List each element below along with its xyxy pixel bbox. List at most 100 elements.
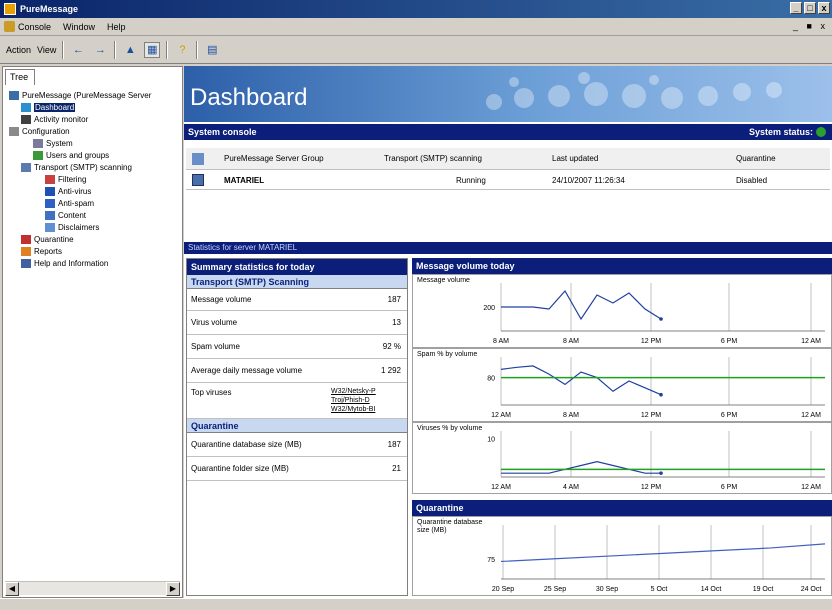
- stat-label: Virus volume: [191, 318, 238, 327]
- page-title: Dashboard: [190, 84, 308, 111]
- tree-item[interactable]: Activity monitor: [21, 113, 88, 125]
- menu-action[interactable]: Action: [6, 45, 31, 55]
- message-volume-header: Message volume today: [412, 258, 832, 274]
- quarantine-section-header: Quarantine: [187, 419, 407, 433]
- tree-item-label: Dashboard: [34, 102, 76, 112]
- users-icon: [33, 150, 43, 160]
- data-point: [659, 471, 663, 475]
- server-statistics-bar: Statistics for server MATARIEL: [184, 242, 832, 254]
- tree-pane: Tree PureMessage (PureMessage Server Dash…: [2, 66, 183, 598]
- virus-link[interactable]: W32/Netsky-P: [331, 387, 376, 396]
- status-bar: [0, 598, 832, 610]
- stat-label: Quarantine database size (MB): [191, 440, 302, 449]
- tree-item-label: Users and groups: [46, 150, 110, 160]
- y-tick-label: 10: [487, 437, 495, 444]
- stat-row: Spam volume 92 %: [187, 335, 407, 359]
- tree-item[interactable]: Content: [45, 209, 86, 221]
- stat-row: Virus volume 13: [187, 311, 407, 335]
- minimize-button[interactable]: _: [790, 2, 802, 14]
- close-button[interactable]: x: [818, 2, 830, 14]
- tree-horizontal-scrollbar[interactable]: ◀ ▶: [5, 581, 180, 596]
- up-level-icon[interactable]: ▲: [122, 42, 138, 58]
- forward-arrow-icon[interactable]: →: [92, 42, 108, 58]
- x-tick-label: 12 AM: [801, 484, 821, 491]
- menu-help[interactable]: Help: [107, 22, 126, 32]
- column-header-transport[interactable]: Transport (SMTP) scanning: [384, 154, 482, 163]
- tree-item-label: PureMessage (PureMessage Server: [22, 90, 152, 100]
- x-tick-label: 12 PM: [641, 412, 661, 419]
- maximize-button[interactable]: □: [804, 2, 816, 14]
- tree-item[interactable]: Dashboard: [21, 101, 76, 113]
- charts-column: Message volume today Message volume 200 8…: [412, 258, 832, 596]
- help-icon[interactable]: ?: [174, 42, 190, 58]
- summary-header: Summary statistics for today: [187, 259, 407, 275]
- child-window-controls[interactable]: _ ■ x: [793, 21, 828, 31]
- x-tick-label: 8 AM: [493, 338, 509, 345]
- quarantine-chart-header: Quarantine: [412, 500, 832, 516]
- menu-window[interactable]: Window: [63, 22, 95, 32]
- tree-item[interactable]: Anti-virus: [45, 185, 91, 197]
- virus-link[interactable]: Troj/Phish-D: [331, 396, 376, 405]
- tree-item[interactable]: Disclaimers: [45, 221, 99, 233]
- reports-icon: [21, 246, 31, 256]
- summary-statistics-panel: Summary statistics for today Transport (…: [186, 258, 408, 596]
- column-header-updated[interactable]: Last updated: [552, 154, 598, 163]
- folder-icon: [9, 126, 19, 136]
- spam-volume-chart: Spam % by volume 80 12 AM 8 AM 12 PM 6 PM 12 …: [412, 348, 832, 422]
- x-tick-label: 4 AM: [563, 484, 579, 491]
- toolbar-separator: [166, 40, 169, 59]
- tree-item[interactable]: Filtering: [45, 173, 86, 185]
- tree-item[interactable]: Configuration: [9, 125, 70, 137]
- toolbar-separator: [196, 40, 199, 59]
- tree-item-label: Activity monitor: [34, 114, 89, 124]
- banner-decoration: [486, 72, 782, 110]
- toolbar: Action View ← → ▲ ▦ ? ▤: [0, 36, 832, 64]
- scroll-right-icon[interactable]: ▶: [166, 582, 180, 596]
- x-tick-label: 12 AM: [491, 412, 511, 419]
- stat-value: 13: [392, 318, 401, 327]
- tree-item[interactable]: Quarantine: [21, 233, 74, 245]
- stat-row: Message volume 187: [187, 289, 407, 311]
- filter-icon: [45, 174, 55, 184]
- stat-value: 187: [387, 295, 401, 304]
- tree-item[interactable]: PureMessage (PureMessage Server: [9, 89, 151, 101]
- menu-view[interactable]: View: [37, 45, 56, 55]
- spam-icon: [45, 198, 55, 208]
- column-header-quarantine[interactable]: Quarantine: [736, 154, 776, 163]
- tree-item-label: Anti-virus: [58, 186, 92, 196]
- scroll-left-icon[interactable]: ◀: [5, 582, 19, 596]
- tree-item-label: Transport (SMTP) scanning: [34, 162, 132, 172]
- stat-value: 92 %: [382, 342, 401, 351]
- tree-item[interactable]: Users and groups: [33, 149, 109, 161]
- tree-item[interactable]: Anti-spam: [45, 197, 94, 209]
- tree-item[interactable]: System: [33, 137, 73, 149]
- top-viruses-label: Top viruses: [191, 388, 232, 397]
- y-tick-label: 200: [483, 305, 495, 312]
- tree-item-label: Quarantine: [34, 234, 74, 244]
- tree-item[interactable]: Help and Information: [21, 257, 108, 269]
- show-tree-icon[interactable]: ▦: [144, 41, 161, 58]
- virus-link[interactable]: W32/Mytob-BI: [331, 405, 376, 414]
- stat-row: Quarantine database size (MB) 187: [187, 433, 407, 457]
- quarantine-plot: 75 20 Sep 25 Sep 30 Sep 5 Oct 14 Oct 19 Oct 24 …: [487, 525, 826, 593]
- system-console-title: System console: [188, 127, 257, 137]
- menu-console[interactable]: Console: [18, 22, 51, 32]
- help-icon: [21, 258, 31, 268]
- back-arrow-icon[interactable]: ←: [70, 42, 86, 58]
- server-icon: [9, 90, 19, 100]
- column-header-group[interactable]: PureMessage Server Group: [224, 154, 324, 163]
- x-tick-label: 20 Sep: [492, 586, 514, 593]
- spam-volume-plot: 80 12 AM 8 AM 12 PM 6 PM 12 AM: [487, 357, 825, 419]
- tree-item[interactable]: Reports: [21, 245, 62, 257]
- stat-value: 21: [392, 464, 401, 473]
- toolbar-separator: [62, 40, 65, 59]
- system-console-header: System console System status:: [184, 124, 832, 140]
- server-row[interactable]: MATARIEL Running 24/10/2007 11:26:34 Dis…: [186, 170, 830, 190]
- status-ok-icon: [816, 127, 826, 137]
- properties-icon[interactable]: ▤: [204, 42, 220, 58]
- tree-item[interactable]: Transport (SMTP) scanning: [21, 161, 132, 173]
- app-icon: [4, 3, 16, 15]
- quarantine-icon: [21, 234, 31, 244]
- tab-tree[interactable]: Tree: [5, 69, 35, 85]
- server-grid-header: PureMessage Server Group Transport (SMTP…: [186, 148, 830, 170]
